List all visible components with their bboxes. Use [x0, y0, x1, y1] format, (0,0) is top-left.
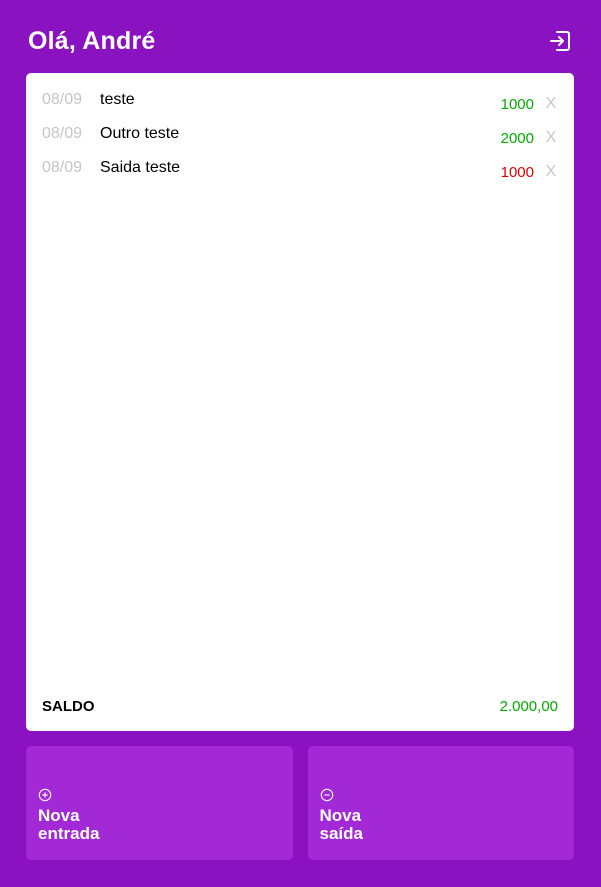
actions-bar: Nova entrada Nova saída [26, 746, 574, 860]
record-date: 08/09 [42, 91, 83, 108]
record-date: 08/09 [42, 159, 83, 176]
balance-label: SALDO [42, 698, 95, 715]
minus-circle-icon [320, 788, 333, 802]
new-exit-button[interactable]: Nova saída [307, 746, 574, 860]
new-entry-label: Nova entrada [38, 806, 100, 843]
record-description[interactable]: Saida teste [100, 159, 501, 177]
delete-record-button[interactable]: X [544, 163, 558, 181]
record-row: 08/09 Saida teste 1000 X [42, 159, 558, 193]
new-entry-button[interactable]: Nova entrada [26, 746, 293, 860]
delete-record-button[interactable]: X [544, 129, 558, 147]
record-value: 1000 [500, 164, 534, 181]
record-row: 08/09 teste 1000 X [42, 91, 558, 125]
delete-record-button[interactable]: X [544, 95, 558, 113]
records-panel: 08/09 teste 1000 X 08/09 Outro teste 200… [26, 73, 574, 731]
header: Olá, André [28, 24, 573, 58]
balance-bar: SALDO 2.000,00 [42, 698, 558, 715]
record-date: 08/09 [42, 125, 83, 142]
record-value: 1000 [500, 96, 534, 113]
logout-button[interactable] [547, 28, 573, 54]
record-description[interactable]: teste [100, 91, 501, 109]
new-exit-label: Nova saída [319, 806, 363, 843]
plus-circle-icon [38, 788, 52, 802]
page-title: Olá, André [28, 26, 156, 55]
records-list: 08/09 teste 1000 X 08/09 Outro teste 200… [42, 91, 558, 193]
logout-icon [550, 31, 570, 51]
record-row: 08/09 Outro teste 2000 X [42, 125, 558, 159]
record-value: 2000 [500, 130, 534, 147]
record-description[interactable]: Outro teste [100, 125, 501, 143]
balance-value: 2.000,00 [499, 698, 558, 715]
